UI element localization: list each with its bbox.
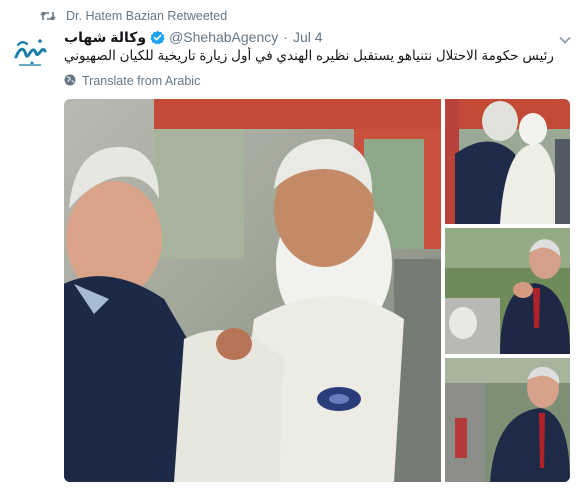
main-photo[interactable] bbox=[64, 99, 441, 482]
tweet-text: رئيس حكومة الاحتلال نتنياهو يستقبل نظيره… bbox=[64, 48, 554, 63]
author-name[interactable]: وكالة شهاب bbox=[64, 29, 146, 46]
tweet-date[interactable]: Jul 4 bbox=[293, 29, 323, 45]
retweet-context: Dr. Hatem Bazian Retweeted bbox=[40, 7, 227, 25]
verified-badge-icon bbox=[150, 30, 165, 45]
retweet-icon bbox=[40, 10, 56, 22]
globe-icon bbox=[64, 74, 76, 89]
author-handle[interactable]: @ShehabAgency bbox=[169, 29, 278, 45]
separator: · bbox=[283, 29, 288, 45]
translate-label[interactable]: Translate from Arabic bbox=[82, 74, 200, 88]
tweet[interactable]: Dr. Hatem Bazian Retweeted وكالة شهاب @S… bbox=[0, 0, 581, 488]
avatar[interactable] bbox=[10, 33, 50, 73]
photo-seated[interactable] bbox=[445, 358, 570, 482]
shehab-logo-avatar bbox=[10, 33, 50, 73]
tweet-header: وكالة شهاب @ShehabAgency · Jul 4 bbox=[64, 27, 323, 47]
photo-hug[interactable] bbox=[445, 99, 570, 224]
retweet-text[interactable]: Dr. Hatem Bazian Retweeted bbox=[66, 9, 227, 23]
translate-link[interactable]: Translate from Arabic bbox=[64, 72, 200, 90]
media-grid bbox=[64, 99, 570, 482]
photo-applause[interactable] bbox=[445, 228, 570, 354]
